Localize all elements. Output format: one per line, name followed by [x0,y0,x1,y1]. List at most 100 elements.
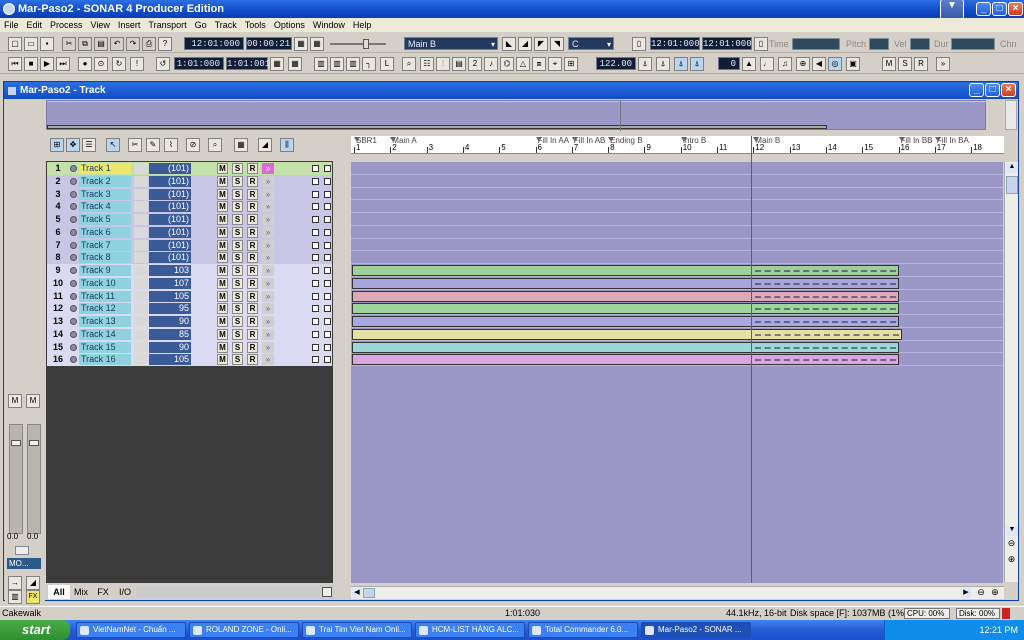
track-name-field[interactable]: Track 5 [79,214,131,225]
hscroll-thumb[interactable] [363,588,375,598]
track-minimize-button[interactable]: _ [969,83,984,97]
track-name-field[interactable]: Track 9 [79,265,131,276]
envelope-tool-icon[interactable]: ⌇ [164,138,178,152]
print-button[interactable]: ⎙ [142,37,156,51]
zoom-in-horizontal-icon[interactable]: ⊕ [989,587,1001,599]
menu-view[interactable]: View [87,18,114,32]
track-input-echo-icon[interactable]: » [262,214,274,225]
inspector-meter-icon[interactable]: ▥ [8,590,22,604]
track-restore-icon[interactable] [312,177,319,185]
track-maximize-icon[interactable] [324,330,331,338]
event-pitch-field[interactable] [869,38,889,50]
time-format-button[interactable]: ▦ [294,37,308,51]
snap-grid-icon[interactable]: ▥ [346,57,360,71]
start-button[interactable]: start [0,620,70,640]
tool-event-icon[interactable]: ⊞ [564,57,578,71]
track-restore-icon[interactable] [312,318,319,325]
track-header-12[interactable]: 12 Track 12 95 M S R » [47,302,332,316]
track-solo-button[interactable]: S [232,163,243,174]
track-restore-icon[interactable] [312,228,319,236]
track-mute-button[interactable]: M [217,201,228,213]
ruler-marker[interactable]: Intro B [680,136,706,145]
track-restore-icon[interactable] [312,343,319,351]
track-input-echo-icon[interactable]: » [262,252,274,264]
track-header-3[interactable]: 3 Track 3 (101) M S R » [47,187,332,201]
track-mute-button[interactable]: M [217,303,228,315]
track-mute-button[interactable]: M [217,175,228,187]
tempo-display[interactable]: 122.00 [596,57,636,70]
track-input-echo-icon[interactable]: » [262,328,274,340]
track-record-arm-button[interactable]: R [247,226,258,238]
track-solo-button[interactable]: S [232,239,243,251]
track-volume-field[interactable]: 95 [149,303,191,315]
snap-mode-icon[interactable]: ┐ [362,57,376,71]
track-header-7[interactable]: 7 Track 7 (101) M S R » [47,238,332,252]
ruler-marker[interactable]: Fill In AB [571,136,605,145]
menu-track[interactable]: Track [211,18,241,32]
now-time-display[interactable]: 12:01:000 [184,37,244,50]
track-volume-field[interactable]: 90 [149,316,191,327]
inspector-fader-left[interactable] [11,440,21,446]
smpte-time-display[interactable]: 00:00:21:19 [246,37,306,50]
track-name-field[interactable]: Track 15 [79,341,131,353]
track-solo-button[interactable]: S [232,277,243,289]
track-name-field[interactable]: Track 6 [79,226,131,238]
loop-start-time[interactable]: 1:01:000 [174,57,224,70]
track-name-field[interactable]: Track 14 [79,328,131,340]
inspector-m2-button[interactable]: M [26,394,40,408]
track-volume-field[interactable]: 105 [149,354,191,366]
track-header-11[interactable]: 11 Track 11 105 M S R » [47,289,332,303]
track-record-arm-button[interactable]: R [247,252,258,264]
track-header-8[interactable]: 8 Track 8 (101) M S R » [47,251,332,265]
track-mute-button[interactable]: M [217,354,228,366]
ruler-marker[interactable]: Fill In BB [898,136,933,145]
track-window-titlebar[interactable]: Mar-Paso2 - Track _ □ × [4,82,1018,99]
track-header-9[interactable]: 9 Track 9 103 M S R » [47,264,332,277]
taskbar-item[interactable]: Total Commander 6.0... [528,622,638,638]
track-solo-button[interactable]: S [232,354,243,366]
track-volume-field[interactable]: (101) [149,214,191,225]
automation-tool-icon[interactable]: ◢ [258,138,272,152]
track-volume-field[interactable]: (101) [149,175,191,187]
track-maximize-icon[interactable] [324,203,331,211]
taskbar-item[interactable]: HCM-LIST HÀNG ALC... [415,622,525,638]
event-dur-field[interactable] [951,38,995,50]
clip-track-14[interactable] [352,328,903,340]
tool-2-2-icon[interactable]: 2 [468,57,482,71]
track-input-echo-icon[interactable]: » [262,175,274,187]
track-record-arm-button[interactable]: R [247,239,258,251]
track-record-arm-button[interactable]: R [247,265,258,276]
track-header-2[interactable]: 2 Track 2 (101) M S R » [47,174,332,188]
metronome-play-icon[interactable]: ⍋ [674,57,688,71]
ruler-marker[interactable]: Fill In BA [934,136,969,145]
track-input-echo-icon[interactable]: » [262,163,274,174]
navigator-scrollbar[interactable] [1005,100,1017,130]
track-maximize-icon[interactable] [324,190,331,198]
clip-track-11[interactable] [352,290,899,302]
mute-tool-icon[interactable]: ⊘ [186,138,200,152]
inspector-eq-icon[interactable]: ◢ [26,576,40,590]
track-name-field[interactable]: Track 1 [79,163,131,174]
track-name-field[interactable]: Track 16 [79,354,131,366]
track-maximize-icon[interactable] [324,305,331,313]
tab-all[interactable]: All [48,585,70,599]
track-restore-icon[interactable] [312,241,319,249]
record-button[interactable]: ● [78,57,92,71]
clips-pane[interactable] [351,162,1003,583]
tab-fx[interactable]: FX [92,585,114,599]
metronome-icon[interactable]: ⍋ [638,57,652,71]
stop-button[interactable]: ■ [24,57,38,71]
track-name-field[interactable]: Track 13 [79,316,131,327]
track-restore-icon[interactable] [312,267,319,274]
external-sync-icon[interactable]: ▣ [846,57,860,71]
speaker-icon[interactable]: ◀ [812,57,826,71]
loop-set-button[interactable]: ▦ [270,57,284,71]
menu-transport[interactable]: Transport [144,18,190,32]
track-restore-icon[interactable] [312,279,319,287]
track-maximize-button[interactable]: □ [985,83,1000,97]
track-volume-field[interactable]: (101) [149,239,191,251]
track-record-arm-button[interactable]: R [247,277,258,289]
track-record-arm-button[interactable]: R [247,214,258,225]
select-thru-time[interactable]: 12:01:000 [702,37,752,50]
open-file-button[interactable]: ▭ [24,37,38,51]
